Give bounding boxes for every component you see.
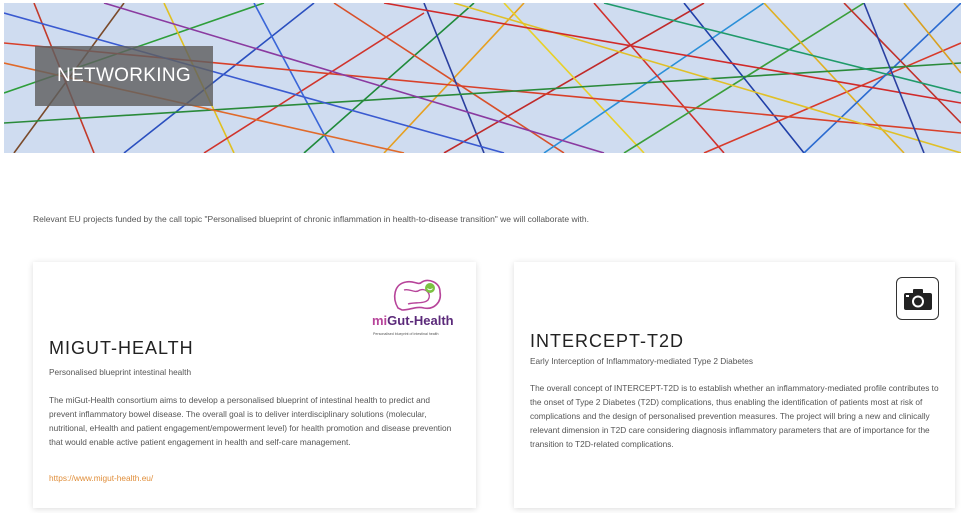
project-subtitle: Early Interception of Inflammatory-media…	[530, 356, 754, 366]
project-link[interactable]: https://www.migut-health.eu/	[49, 473, 153, 483]
project-description: The miGut-Health consortium aims to deve…	[49, 395, 452, 447]
intro-text: Relevant EU projects funded by the call …	[33, 214, 589, 224]
hero-title-box: NETWORKING	[35, 46, 213, 106]
page-title: NETWORKING	[57, 65, 191, 86]
project-subtitle: Personalised blueprint intestinal health	[49, 367, 192, 377]
migut-health-logo: miGut-Health Personalised blueprint of i…	[363, 276, 466, 348]
logo-tagline: Personalised blueprint of intestinal hea…	[373, 332, 439, 336]
project-title: MIGUT-HEALTH	[49, 338, 194, 358]
hero-banner: NETWORKING	[4, 3, 961, 153]
project-card-migut-health: miGut-Health Personalised blueprint of i…	[33, 262, 476, 508]
logo-name: miGut-Health	[372, 313, 454, 328]
camera-icon	[896, 277, 939, 320]
gut-icon	[393, 279, 442, 311]
project-description: The overall concept of INTERCEPT-T2D is …	[530, 383, 939, 449]
project-card-intercept-t2d: INTERCEPT-T2D Early Interception of Infl…	[514, 262, 955, 508]
project-title: INTERCEPT-T2D	[530, 331, 685, 351]
